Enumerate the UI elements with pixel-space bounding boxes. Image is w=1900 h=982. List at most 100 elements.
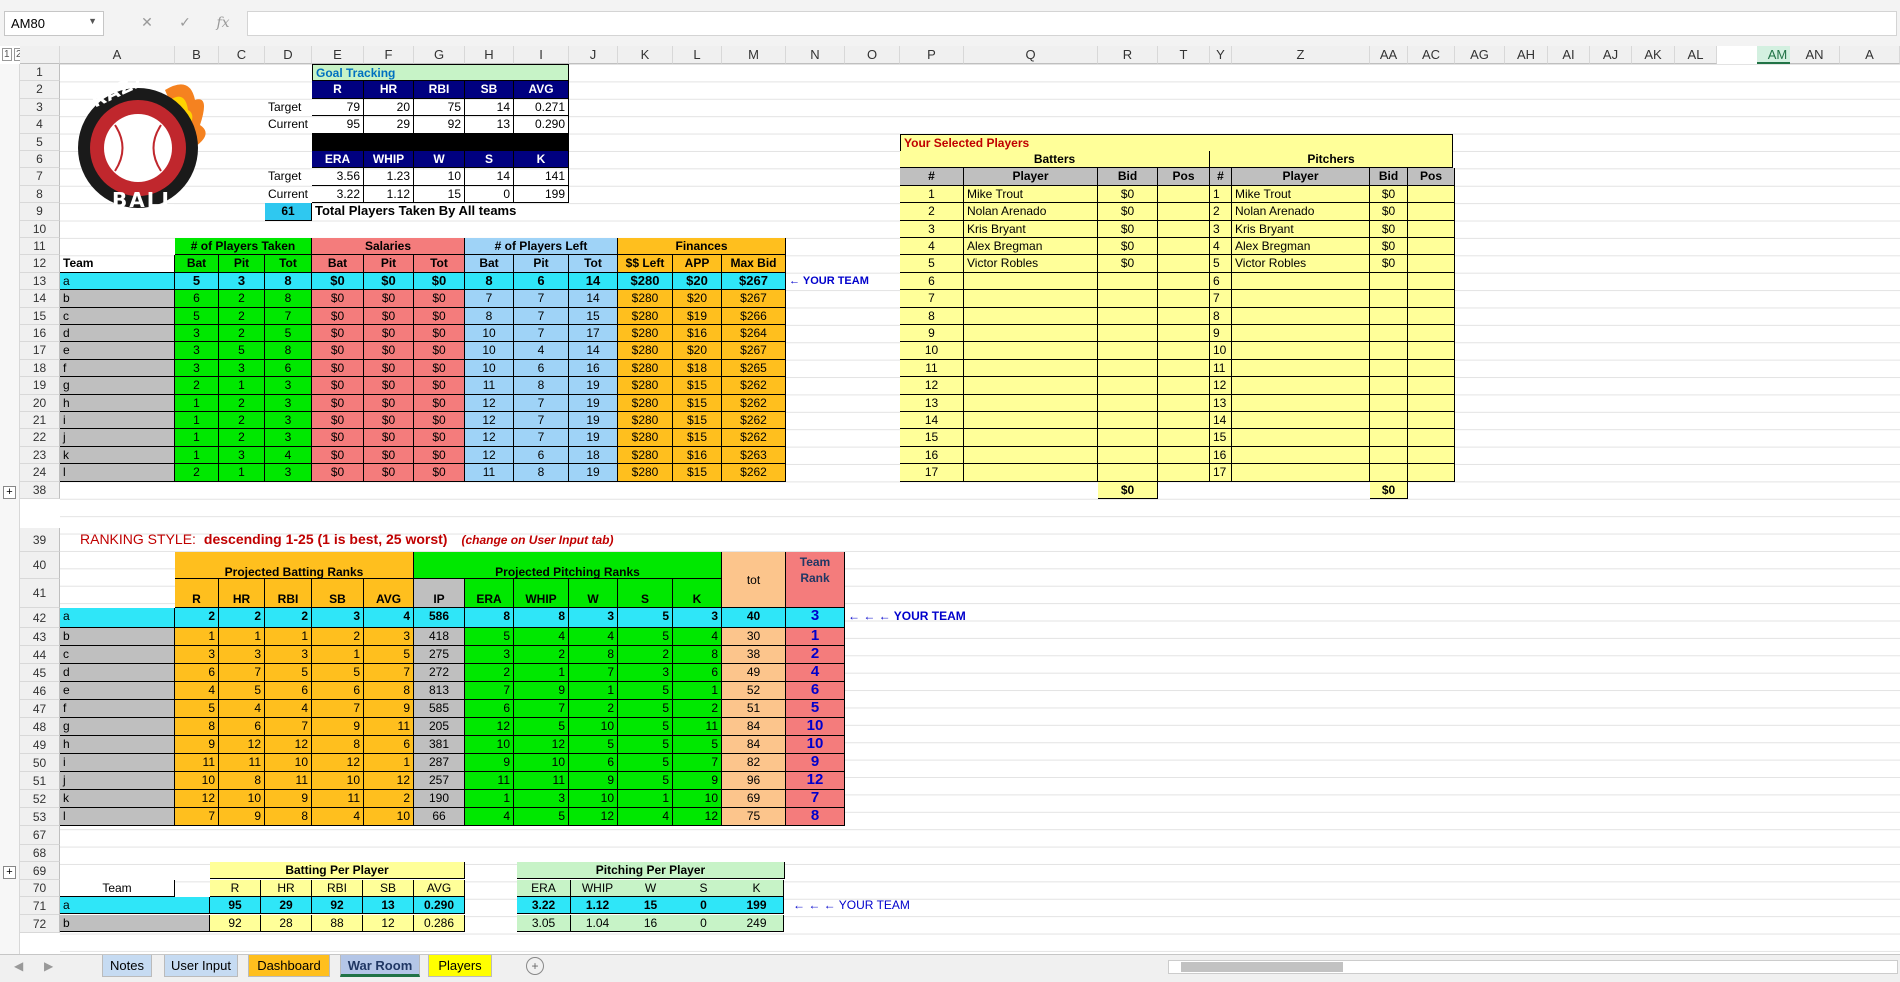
row-header[interactable]: 17 <box>20 342 60 360</box>
column-header[interactable]: A <box>1840 46 1900 64</box>
row-header[interactable]: 48 <box>20 718 60 736</box>
row-header[interactable]: 70 <box>20 880 60 897</box>
column-header[interactable]: R <box>1098 46 1158 64</box>
scrollbar-thumb[interactable] <box>1181 962 1343 972</box>
column-header[interactable]: E <box>312 46 364 64</box>
row-header[interactable]: 40 <box>20 552 60 579</box>
row-header[interactable]: 39 <box>20 528 60 552</box>
row-header[interactable]: 67 <box>20 826 60 845</box>
tab-players[interactable]: Players <box>428 955 492 977</box>
column-header[interactable]: P <box>900 46 964 64</box>
column-header[interactable]: AN <box>1790 46 1840 64</box>
row-header[interactable]: 42 <box>20 608 60 628</box>
column-header[interactable]: F <box>364 46 414 64</box>
column-header[interactable]: AC <box>1408 46 1455 64</box>
formula-input[interactable] <box>247 11 1897 36</box>
row-header[interactable]: 49 <box>20 736 60 754</box>
tab-dashboard[interactable]: Dashboard <box>248 955 330 977</box>
row-header[interactable]: 10 <box>20 220 60 238</box>
row-header[interactable]: 14 <box>20 290 60 308</box>
row-header[interactable]: 53 <box>20 808 60 826</box>
column-header[interactable]: O <box>845 46 900 64</box>
row-header[interactable]: 44 <box>20 646 60 664</box>
cancel-icon[interactable]: ✕ <box>128 14 166 31</box>
row-header[interactable]: 71 <box>20 897 60 915</box>
column-header[interactable]: H <box>465 46 514 64</box>
column-header[interactable]: AG <box>1455 46 1505 64</box>
row-header[interactable]: 20 <box>20 394 60 412</box>
row-header[interactable]: 1 <box>20 64 60 82</box>
outline-buttons[interactable]: 1 <box>2 48 12 61</box>
row-header[interactable]: 18 <box>20 359 60 378</box>
row-header[interactable]: 2 <box>20 81 60 99</box>
row-header[interactable]: 21 <box>20 412 60 430</box>
column-header[interactable]: AA <box>1370 46 1408 64</box>
row-header[interactable]: 22 <box>20 429 60 447</box>
tab-scroll-left-icon[interactable]: ◀ <box>14 959 23 973</box>
column-header[interactable]: J <box>569 46 618 64</box>
column-header[interactable]: Z <box>1232 46 1370 64</box>
row-header[interactable]: 41 <box>20 579 60 608</box>
tab-notes[interactable]: Notes <box>102 955 152 977</box>
row-header[interactable]: 3 <box>20 98 60 117</box>
row-header[interactable]: 7 <box>20 168 60 186</box>
row-header[interactable]: 5 <box>20 133 60 151</box>
goal-pit-target: 141 <box>514 168 569 186</box>
column-header[interactable]: G <box>414 46 465 64</box>
corner-select-all[interactable] <box>20 46 60 64</box>
column-header[interactable]: AJ <box>1590 46 1632 64</box>
expand-group-icon[interactable]: + <box>3 866 16 879</box>
row-header[interactable]: 8 <box>20 185 60 204</box>
row-header[interactable]: 72 <box>20 915 60 933</box>
row-header[interactable]: 11 <box>20 238 60 256</box>
row-header[interactable]: 69 <box>20 862 60 880</box>
row-header[interactable]: 46 <box>20 682 60 700</box>
column-header[interactable]: K <box>618 46 673 64</box>
row-header[interactable]: 51 <box>20 772 60 790</box>
row-header[interactable]: 4 <box>20 116 60 134</box>
batter-number: 16 <box>900 446 964 465</box>
row-header[interactable]: 16 <box>20 325 60 343</box>
row-header[interactable]: 50 <box>20 754 60 772</box>
row-header[interactable]: 68 <box>20 845 60 862</box>
pitcher-name <box>1232 290 1370 308</box>
row-header[interactable]: 13 <box>20 272 60 291</box>
column-header[interactable]: N <box>786 46 845 64</box>
column-header[interactable]: A <box>60 46 175 64</box>
horizontal-scrollbar[interactable] <box>1168 960 1898 974</box>
row-header[interactable]: 19 <box>20 377 60 395</box>
column-header[interactable]: C <box>219 46 265 64</box>
row-header[interactable]: 24 <box>20 464 60 482</box>
column-header[interactable]: AK <box>1632 46 1675 64</box>
row-header[interactable]: 12 <box>20 255 60 273</box>
column-header[interactable]: T <box>1158 46 1210 64</box>
column-header[interactable]: AL <box>1675 46 1717 64</box>
row-header[interactable]: 6 <box>20 151 60 169</box>
tab-user-input[interactable]: User Input <box>164 955 238 977</box>
row-header[interactable]: 52 <box>20 790 60 808</box>
column-header[interactable]: AH <box>1505 46 1548 64</box>
tab-scroll-right-icon[interactable]: ▶ <box>44 959 53 973</box>
add-sheet-icon[interactable]: + <box>526 957 544 975</box>
column-header[interactable]: Q <box>964 46 1098 64</box>
function-icon[interactable]: fx <box>204 15 242 31</box>
column-header[interactable]: D <box>265 46 312 64</box>
row-header[interactable]: 38 <box>20 481 60 499</box>
column-header[interactable]: AI <box>1548 46 1590 64</box>
expand-group-icon[interactable]: + <box>3 486 16 499</box>
column-header[interactable]: Y <box>1210 46 1232 64</box>
row-header[interactable]: 47 <box>20 700 60 718</box>
column-header[interactable]: I <box>514 46 569 64</box>
row-header[interactable]: 43 <box>20 628 60 646</box>
row-header[interactable]: 9 <box>20 203 60 221</box>
row-header[interactable]: 23 <box>20 446 60 465</box>
enter-icon[interactable]: ✓ <box>166 14 204 31</box>
name-box[interactable]: AM80 ▼ <box>4 11 104 36</box>
column-header[interactable]: M <box>722 46 786 64</box>
row-header[interactable]: 45 <box>20 664 60 682</box>
tab-war-room[interactable]: War Room <box>340 955 420 977</box>
column-header[interactable]: B <box>175 46 219 64</box>
row-header[interactable]: 15 <box>20 307 60 325</box>
column-header[interactable]: L <box>673 46 722 64</box>
chevron-down-icon[interactable]: ▼ <box>88 16 97 26</box>
